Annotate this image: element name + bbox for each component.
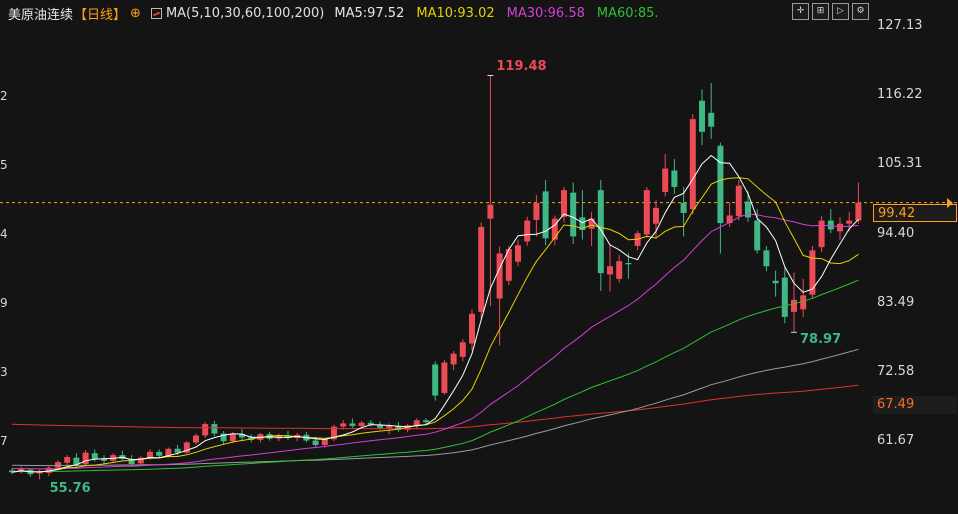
last-price-tag: 99.42 <box>873 203 957 222</box>
instrument-title: 美原油连续 <box>8 7 74 23</box>
left-tick-fragment: 9 <box>0 296 8 310</box>
candle-body <box>607 266 613 275</box>
candle-body <box>496 253 503 299</box>
ma-value-tag: 67.49 <box>873 396 957 415</box>
y-tick-label: 105.31 <box>877 156 923 172</box>
candle-body <box>597 190 604 274</box>
candle-body <box>211 424 218 434</box>
candle-body <box>662 168 669 193</box>
candle-body <box>689 119 696 210</box>
candle-body <box>699 100 705 132</box>
candle-body <box>423 420 429 423</box>
candle-body <box>515 245 521 262</box>
y-tick-label: 83.49 <box>877 294 915 310</box>
candle-body <box>524 220 531 242</box>
candle-body <box>312 440 319 445</box>
low-annotation: 78.97 <box>800 332 842 348</box>
candle-body <box>680 202 687 213</box>
chart-settings-icon[interactable]: ⚙ <box>852 3 869 20</box>
left-tick-fragment: 5 <box>0 158 8 172</box>
candle-body <box>36 472 43 474</box>
candle-body <box>781 277 788 317</box>
candle-body <box>82 452 89 464</box>
candle-body <box>487 204 494 219</box>
candle-body <box>616 261 623 279</box>
candle-body <box>321 439 328 445</box>
candle-body <box>174 448 181 453</box>
candle-body <box>791 299 797 312</box>
left-tick-fragment: 3 <box>0 365 8 379</box>
candle-body <box>754 220 761 251</box>
ma30-value: MA30:96.58 <box>506 5 585 21</box>
candle-body <box>229 434 236 442</box>
last-price-arrow-icon <box>947 197 953 208</box>
candle-body <box>818 220 825 248</box>
candle-body <box>432 364 439 396</box>
candle-body <box>55 462 61 468</box>
left-tick-fragment: 4 <box>0 227 8 241</box>
candle-body <box>193 435 199 443</box>
y-tick-label: 72.58 <box>877 363 915 379</box>
left-tick-fragment: 2 <box>0 89 8 103</box>
candle-body <box>64 457 71 463</box>
price-chart[interactable] <box>0 0 958 514</box>
ma-indicator-icon[interactable] <box>150 7 162 19</box>
candle-body <box>551 218 558 240</box>
candle-body <box>349 423 356 426</box>
candle-body <box>202 424 209 436</box>
candle-body <box>469 313 475 344</box>
left-tick-fragment: 7 <box>0 434 8 448</box>
ma-params-label[interactable]: MA(5,10,30,60,100,200) <box>166 6 324 21</box>
candle-body <box>708 112 715 127</box>
candle-body <box>653 207 659 224</box>
ma10-value: MA10:93.02 <box>416 5 495 21</box>
candle-body <box>735 185 742 217</box>
period-selector[interactable]: 【日线】 <box>74 4 126 23</box>
candle-body <box>827 220 834 230</box>
candle-body <box>340 423 347 427</box>
candle-body <box>837 223 843 232</box>
candle-body <box>147 451 153 458</box>
candle-body <box>643 190 650 235</box>
candle-body <box>441 362 448 393</box>
candle-body <box>533 202 540 220</box>
candle-body <box>358 422 365 426</box>
candle-body <box>386 425 393 428</box>
y-tick-label: 116.22 <box>877 87 923 103</box>
chart-toolbar: ✛ ⊞ ▷ ⚙ <box>792 3 869 20</box>
zoom-in-icon[interactable]: ⊞ <box>812 3 829 20</box>
candle-body <box>717 145 724 224</box>
ma60-value: MA60:85. <box>596 5 659 21</box>
candle-body <box>846 220 853 224</box>
candle-body <box>570 192 577 237</box>
candle-body <box>450 353 457 365</box>
ma5-value: MA5:97.52 <box>334 5 405 21</box>
candle-body <box>91 453 98 459</box>
play-icon[interactable]: ▷ <box>832 3 849 20</box>
candle-body <box>671 170 678 187</box>
candle-body <box>413 420 420 426</box>
circle-plus-icon[interactable]: ⊕ <box>130 6 141 21</box>
y-tick-label: 61.67 <box>877 433 915 448</box>
candle-body <box>855 202 862 221</box>
candle-body <box>561 190 567 217</box>
candle-body <box>478 226 485 312</box>
candle-body <box>156 451 163 456</box>
candle-body <box>772 280 779 284</box>
candle-body <box>763 250 770 267</box>
high-annotation: 119.48 <box>496 59 547 75</box>
candle-body <box>625 263 632 265</box>
y-tick-label: 94.40 <box>877 225 915 241</box>
start-low-annotation: 55.76 <box>49 481 91 497</box>
crosshair-icon[interactable]: ✛ <box>792 3 809 20</box>
candle-body <box>459 342 466 357</box>
